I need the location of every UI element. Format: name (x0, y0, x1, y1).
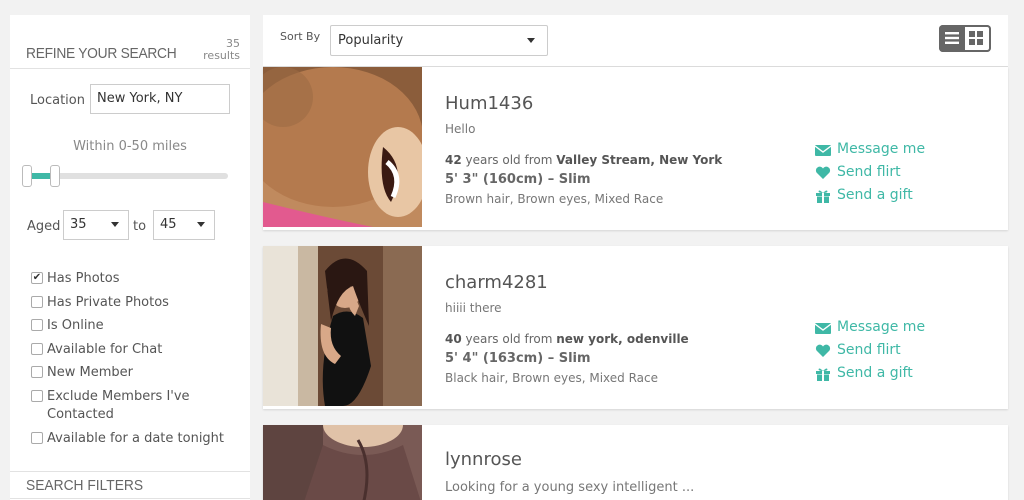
location-input[interactable]: New York, NY (90, 84, 230, 114)
age-min-select[interactable]: 35 (63, 210, 129, 240)
distance-slider-min-handle[interactable] (22, 165, 32, 187)
results-label: results (203, 49, 240, 62)
distance-label: Within 0-50 miles (73, 139, 187, 154)
message-me-label: Message me (837, 319, 926, 335)
profile-card[interactable]: charm4281 hiiii there 40 years old from … (263, 246, 1008, 409)
profile-tagline: Hello (445, 122, 476, 136)
age-max-select[interactable]: 45 (153, 210, 215, 240)
profile-photo-image (263, 425, 422, 500)
profile-photo[interactable] (263, 67, 422, 227)
profile-photo[interactable] (263, 246, 422, 406)
refine-title: REFINE YOUR SEARCH (26, 45, 177, 62)
sort-value: Popularity (338, 33, 404, 48)
profile-age-location: 40 years old from new york, odenville (445, 332, 689, 346)
refine-header: REFINE YOUR SEARCH 35 results (10, 15, 250, 69)
aged-label: Aged (27, 219, 61, 234)
checkbox-label: Has Photos (47, 271, 120, 286)
profile-photo[interactable] (263, 425, 422, 500)
sort-select[interactable]: Popularity (330, 25, 548, 56)
grid-view-button[interactable] (965, 25, 991, 52)
checkbox-label: New Member (47, 365, 133, 380)
profile-card[interactable]: lynnrose Looking for a young sexy intell… (263, 425, 1008, 500)
profile-looks: Brown hair, Brown eyes, Mixed Race (445, 192, 664, 206)
profile-looks: Black hair, Brown eyes, Mixed Race (445, 371, 659, 385)
refine-search-panel: REFINE YOUR SEARCH 35 results Location N… (10, 15, 250, 500)
chevron-down-icon (197, 222, 205, 227)
envelope-icon (815, 323, 831, 334)
profile-location: new york, odenville (556, 332, 689, 346)
profile-username[interactable]: Hum1436 (445, 93, 533, 114)
age-to-label: to (133, 219, 147, 234)
chevron-down-icon (527, 38, 535, 43)
grid-view-icon (969, 31, 983, 45)
profile-photo-image (263, 67, 422, 227)
location-value: New York, NY (97, 91, 183, 106)
checkbox-label: Available for a date tonight (47, 431, 225, 446)
checkbox[interactable] (31, 390, 43, 402)
gift-icon (816, 368, 830, 381)
location-label: Location (30, 93, 85, 108)
list-view-button[interactable] (939, 25, 965, 52)
checkbox-label-line2: Contacted (47, 407, 114, 422)
sort-toolbar: Sort By Popularity (263, 15, 1008, 67)
divider (10, 471, 250, 472)
checkbox-label: Available for Chat (47, 342, 163, 357)
checkbox[interactable] (31, 432, 43, 444)
checkbox-label: Has Private Photos (47, 295, 169, 310)
send-gift-label: Send a gift (837, 365, 913, 381)
profile-age-location: 42 years old from Valley Stream, New Yor… (445, 153, 722, 167)
checkbox-label: Is Online (47, 318, 104, 333)
checkbox[interactable] (31, 343, 43, 355)
send-gift-label: Send a gift (837, 187, 913, 203)
profile-age: 42 (445, 153, 462, 167)
list-view-icon (945, 32, 959, 44)
checkbox[interactable] (31, 296, 43, 308)
profile-photo-image (263, 246, 422, 406)
checkbox[interactable] (31, 319, 43, 331)
profile-age-suffix: years old from (465, 332, 553, 346)
chevron-down-icon (111, 222, 119, 227)
gift-icon (816, 190, 830, 203)
checkbox[interactable] (31, 366, 43, 378)
search-filters-title: SEARCH FILTERS (26, 477, 144, 494)
profile-age: 40 (445, 332, 462, 346)
envelope-icon (815, 145, 831, 156)
profile-card[interactable]: Hum1436 Hello 42 years old from Valley S… (263, 67, 1008, 230)
profile-height-build: 5' 3" (160cm) – Slim (445, 172, 591, 187)
profile-username[interactable]: charm4281 (445, 272, 548, 293)
checkbox-label: Exclude Members I've (47, 389, 190, 404)
checkbox[interactable]: ✔ (31, 272, 43, 284)
heart-icon (815, 166, 831, 179)
profile-age-suffix: years old from (465, 153, 553, 167)
profile-username[interactable]: lynnrose (445, 449, 522, 470)
age-min-value: 35 (70, 217, 87, 232)
send-flirt-label: Send flirt (837, 342, 901, 358)
sort-by-label: Sort By (280, 30, 321, 43)
send-flirt-label: Send flirt (837, 164, 901, 180)
profile-tagline: hiiii there (445, 301, 502, 315)
profile-location: Valley Stream, New York (556, 153, 723, 167)
view-toggle (939, 25, 991, 52)
distance-slider-max-handle[interactable] (50, 165, 60, 187)
age-max-value: 45 (160, 217, 177, 232)
message-me-label: Message me (837, 141, 926, 157)
divider (10, 498, 250, 499)
heart-icon (815, 344, 831, 357)
profile-height-build: 5' 4" (163cm) – Slim (445, 351, 591, 366)
profile-tagline: Looking for a young sexy intelligent ... (445, 480, 695, 495)
